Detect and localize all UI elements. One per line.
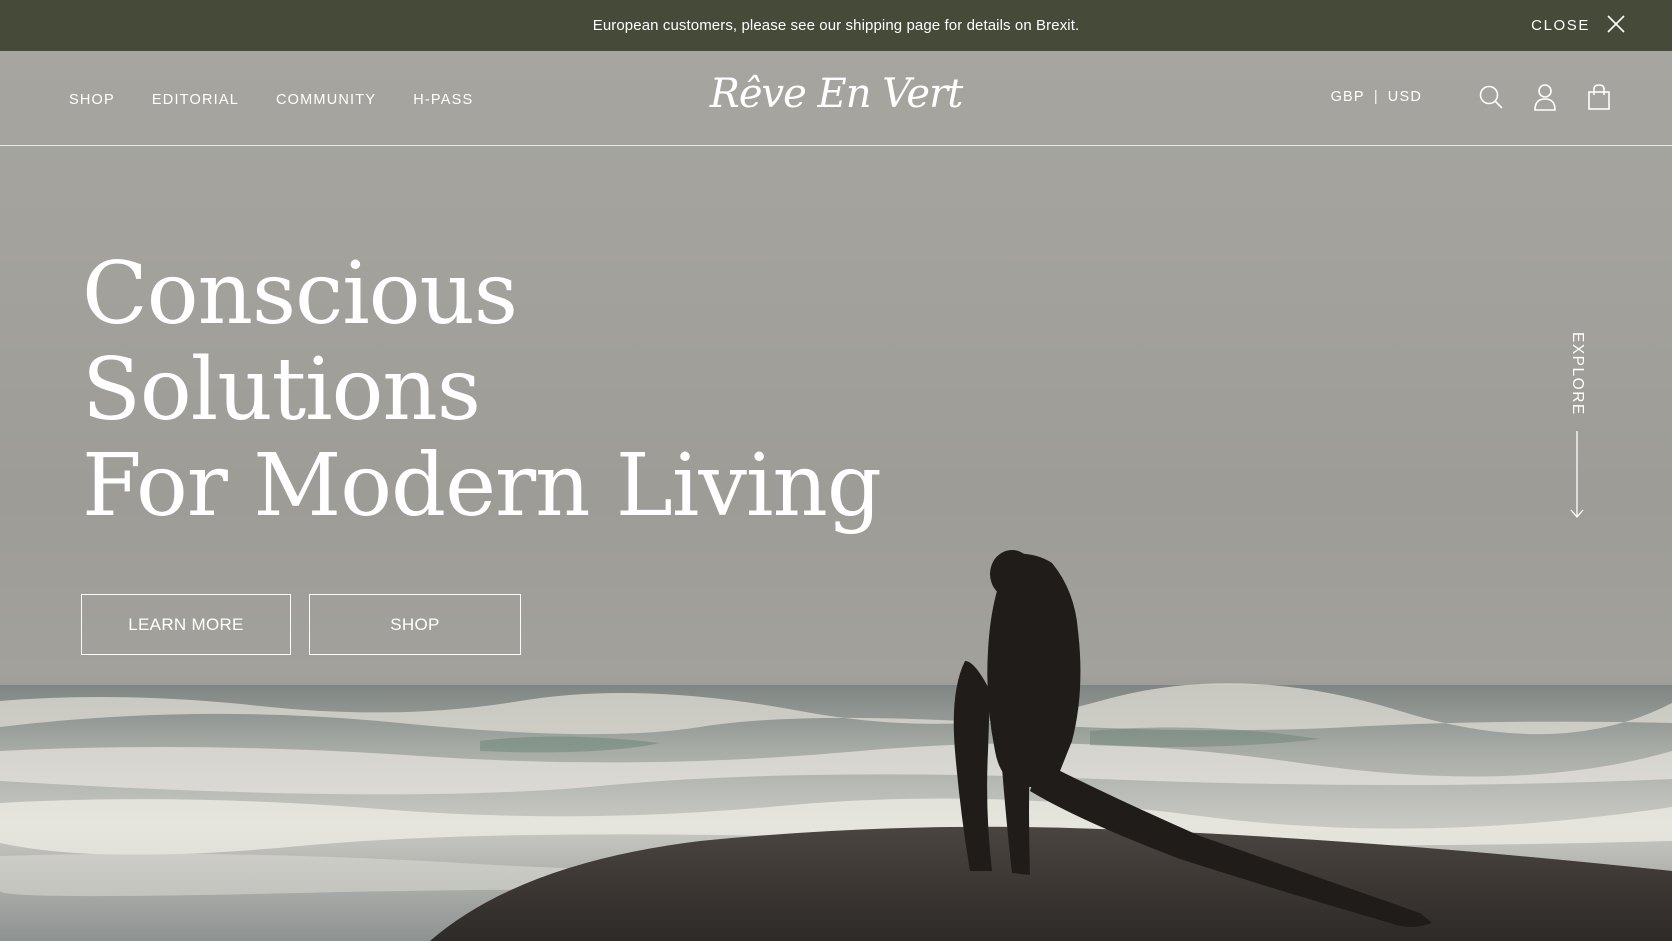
arrow-down-icon — [1570, 431, 1584, 518]
main-navigation: SHOP EDITORIAL COMMUNITY H-PASS Rêve En … — [0, 51, 1672, 146]
headline-line-3: For Modern Living — [82, 436, 882, 536]
announcement-bar: European customers, please see our shipp… — [0, 0, 1672, 51]
headline-line-1: Conscious — [82, 244, 518, 344]
account-icon[interactable] — [1529, 79, 1561, 115]
headline-line-2: Solutions — [82, 340, 481, 440]
search-icon[interactable] — [1475, 79, 1507, 115]
bag-icon[interactable] — [1583, 79, 1615, 115]
currency-switcher: GBP | USD — [1331, 89, 1422, 105]
announcement-text: European customers, please see our shipp… — [592, 17, 1080, 34]
currency-gbp[interactable]: GBP — [1331, 89, 1365, 105]
learn-more-button[interactable]: LEARN MORE — [81, 594, 291, 655]
nav-utilities: GBP | USD — [1331, 79, 1615, 115]
currency-separator: | — [1373, 89, 1379, 105]
close-icon — [1606, 14, 1626, 38]
shop-button[interactable]: SHOP — [309, 594, 521, 655]
hero-headline: Conscious Solutions For Modern Living — [82, 244, 882, 536]
currency-usd[interactable]: USD — [1388, 89, 1422, 105]
close-announcement-button[interactable]: CLOSE — [1531, 0, 1626, 51]
explore-scroll-link[interactable]: EXPLORE — [1567, 332, 1587, 523]
close-label: CLOSE — [1531, 17, 1590, 34]
explore-label: EXPLORE — [1569, 332, 1586, 416]
